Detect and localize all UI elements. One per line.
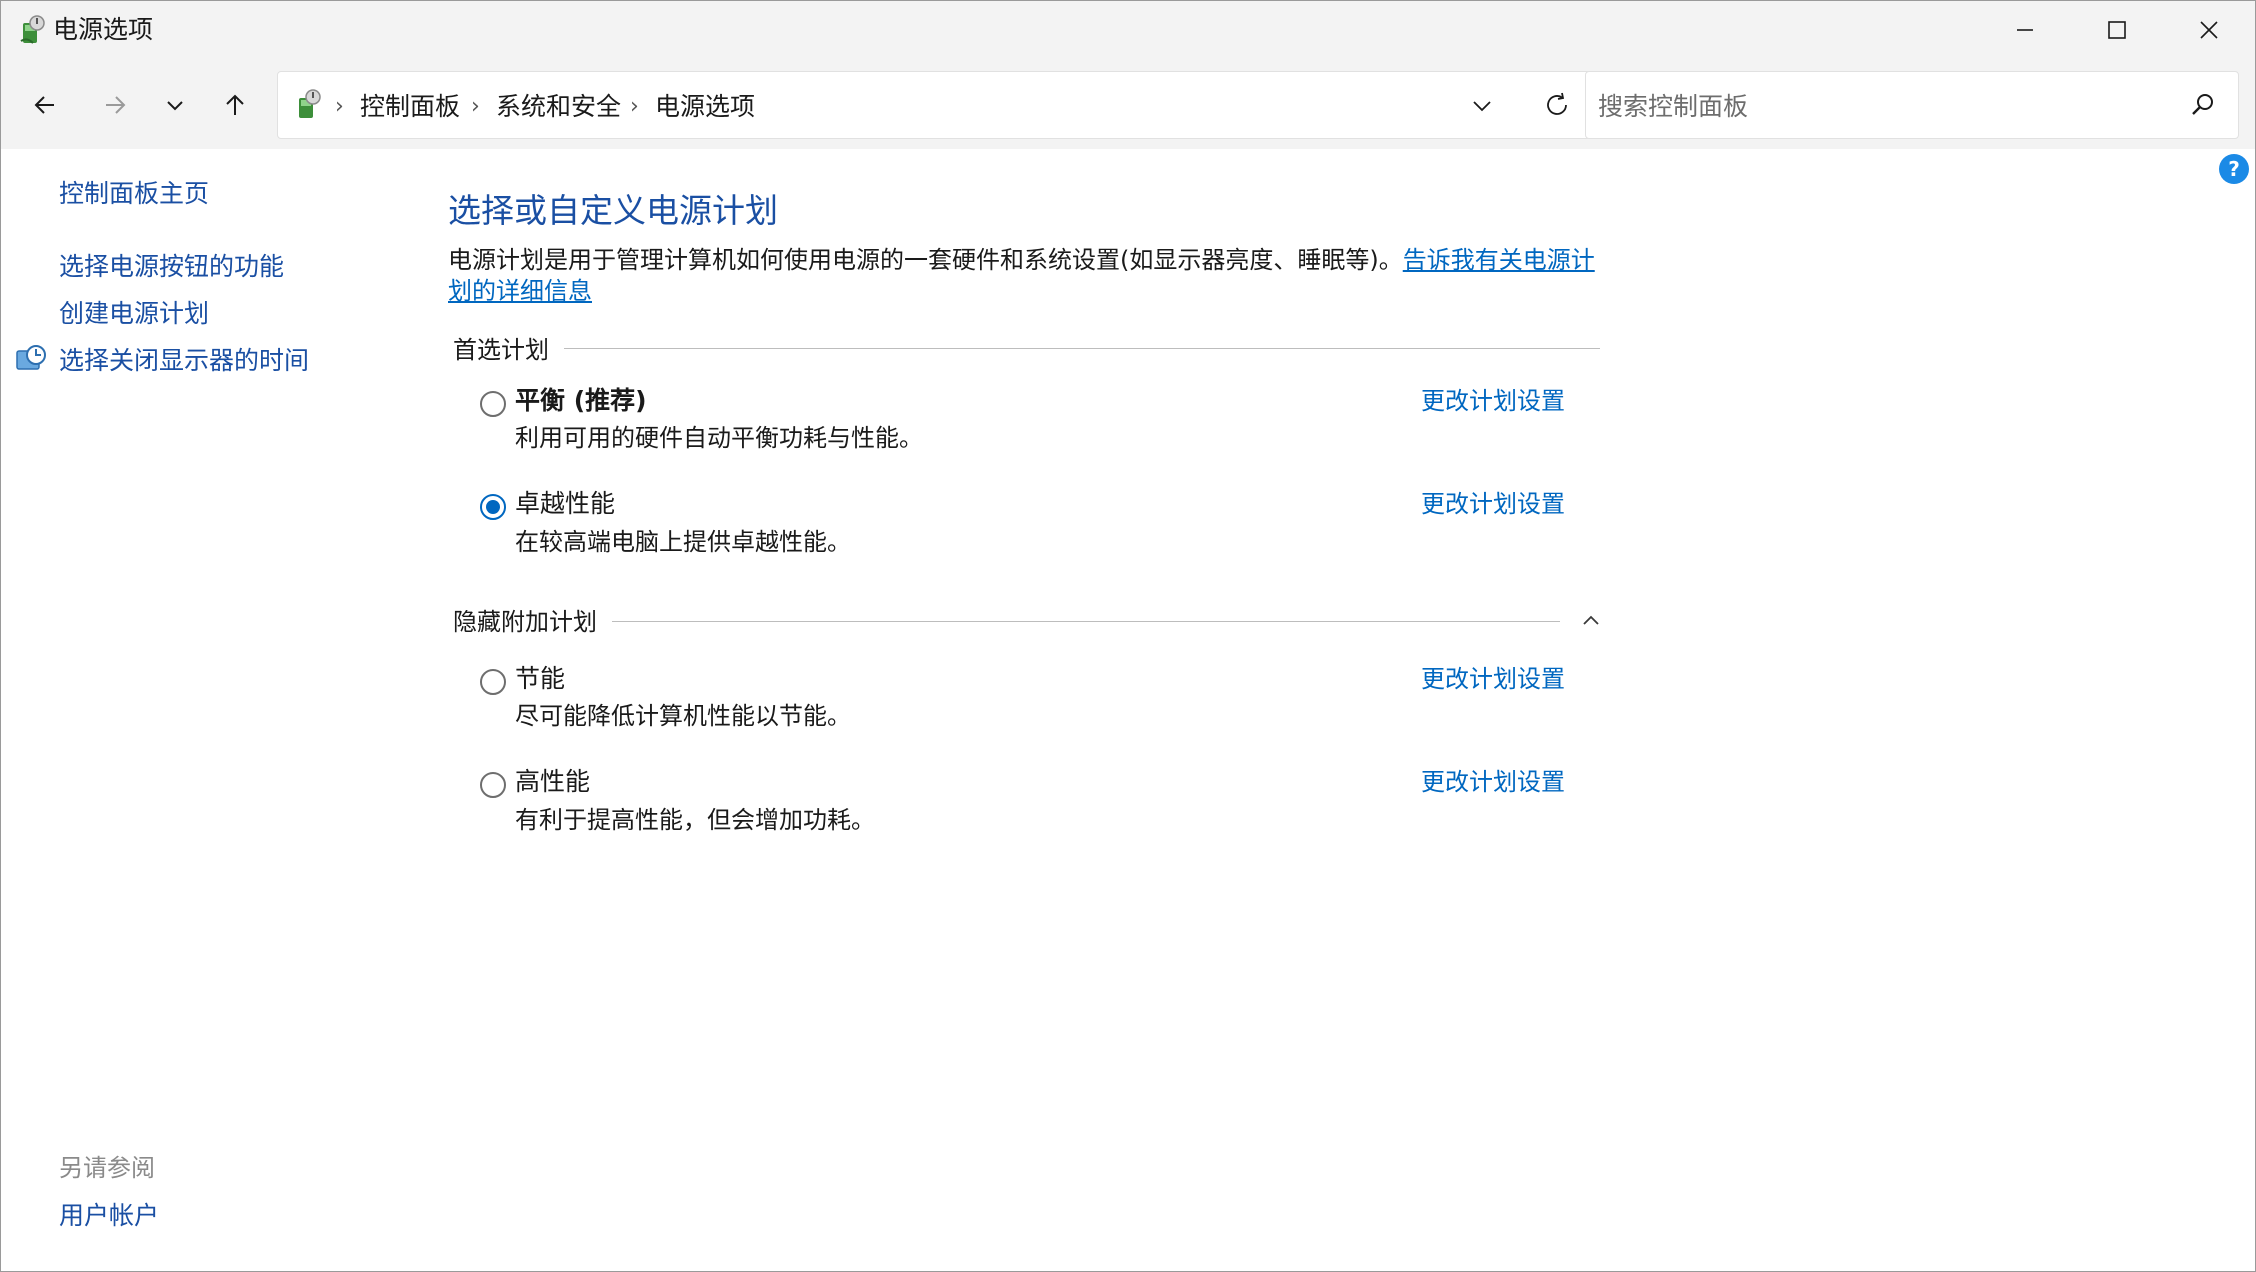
search-icon[interactable]: [2190, 92, 2216, 118]
breadcrumb-control-panel[interactable]: 控制面板: [360, 92, 460, 122]
change-power-saver-settings-link[interactable]: 更改计划设置: [1421, 664, 1565, 694]
arrow-up-icon: [226, 94, 244, 115]
preferred-plans-heading: 首选计划: [453, 336, 549, 364]
change-balanced-settings-link[interactable]: 更改计划设置: [1421, 386, 1565, 416]
breadcrumb-power-options[interactable]: 电源选项: [655, 92, 755, 122]
plan-ultimate-radio[interactable]: [480, 494, 506, 520]
plan-ultimate-desc: 在较高端电脑上提供卓越性能。: [515, 528, 851, 556]
plan-balanced-radio[interactable]: [480, 391, 506, 417]
search-box[interactable]: [1585, 71, 2239, 139]
display-clock-icon: [16, 345, 46, 370]
plan-power-saver-radio[interactable]: [480, 669, 506, 695]
plan-high-performance-desc: 有利于提高性能，但会增加功耗。: [515, 806, 875, 834]
group-divider: [612, 621, 1560, 622]
page-title: 选择或自定义电源计划: [448, 191, 778, 230]
window-title: 电源选项: [53, 15, 154, 44]
hidden-plans-heading: 隐藏附加计划: [453, 608, 597, 636]
breadcrumb-separator-icon: ›: [630, 94, 639, 119]
plan-balanced-name[interactable]: 平衡 (推荐): [515, 385, 647, 416]
close-button[interactable]: [2163, 1, 2255, 59]
maximize-button[interactable]: [2071, 1, 2163, 59]
plan-power-saver-desc: 尽可能降低计算机性能以节能。: [515, 702, 851, 730]
group-divider: [564, 348, 1600, 349]
help-icon[interactable]: ?: [2219, 154, 2249, 184]
page-description: 电源计划是用于管理计算机如何使用电源的一套硬件和系统设置(如显示器亮度、睡眠等)…: [448, 245, 1608, 307]
plan-balanced-desc: 利用可用的硬件自动平衡功耗与性能。: [515, 424, 923, 452]
recent-locations-button[interactable]: [153, 83, 197, 127]
description-text: 电源计划是用于管理计算机如何使用电源的一套硬件和系统设置(如显示器亮度、睡眠等)…: [448, 246, 1403, 274]
breadcrumb-system-security[interactable]: 系统和安全: [496, 92, 621, 122]
power-button-function-link[interactable]: 选择电源按钮的功能: [59, 251, 284, 283]
plan-ultimate-name[interactable]: 卓越性能: [515, 488, 615, 519]
minimize-icon: [2017, 29, 2033, 31]
chevron-down-icon: [167, 101, 183, 111]
plan-power-saver-name[interactable]: 节能: [515, 663, 565, 694]
plan-high-performance-name[interactable]: 高性能: [515, 766, 590, 797]
power-options-window: 电源选项 › 控制面板 › 系统和安全 › 电源选项 搜索控制面板 ? 控制面板…: [0, 0, 2256, 1272]
display-off-time-link[interactable]: 选择关闭显示器的时间: [59, 345, 309, 377]
up-button[interactable]: [213, 83, 257, 127]
minimize-button[interactable]: [1979, 1, 2071, 59]
address-dropdown-icon[interactable]: [1468, 92, 1496, 120]
maximize-icon: [2108, 21, 2126, 39]
navigation-bar: › 控制面板 › 系统和安全 › 电源选项: [1, 59, 2255, 149]
arrow-left-icon: [34, 96, 54, 114]
search-input[interactable]: [1596, 86, 2160, 126]
chevron-up-icon[interactable]: [1579, 609, 1603, 633]
back-button[interactable]: [23, 83, 67, 127]
create-power-plan-link[interactable]: 创建电源计划: [59, 298, 209, 330]
see-also-heading: 另请参阅: [59, 1154, 155, 1182]
change-ultimate-settings-link[interactable]: 更改计划设置: [1421, 489, 1565, 519]
refresh-icon[interactable]: [1542, 90, 1572, 120]
control-panel-icon: [299, 89, 321, 118]
address-bar[interactable]: › 控制面板 › 系统和安全 › 电源选项: [277, 71, 1591, 139]
close-icon: [2200, 21, 2218, 39]
forward-button[interactable]: [93, 83, 137, 127]
plan-high-performance-radio[interactable]: [480, 772, 506, 798]
change-high-performance-settings-link[interactable]: 更改计划设置: [1421, 767, 1565, 797]
arrow-right-icon: [106, 96, 126, 114]
breadcrumb-separator-icon: ›: [471, 94, 480, 119]
title-bar: 电源选项: [1, 1, 2255, 59]
user-accounts-link[interactable]: 用户帐户: [59, 1200, 159, 1232]
power-options-icon: [20, 15, 45, 44]
control-panel-home-link[interactable]: 控制面板主页: [59, 178, 209, 210]
breadcrumb-separator-icon: ›: [335, 94, 344, 119]
